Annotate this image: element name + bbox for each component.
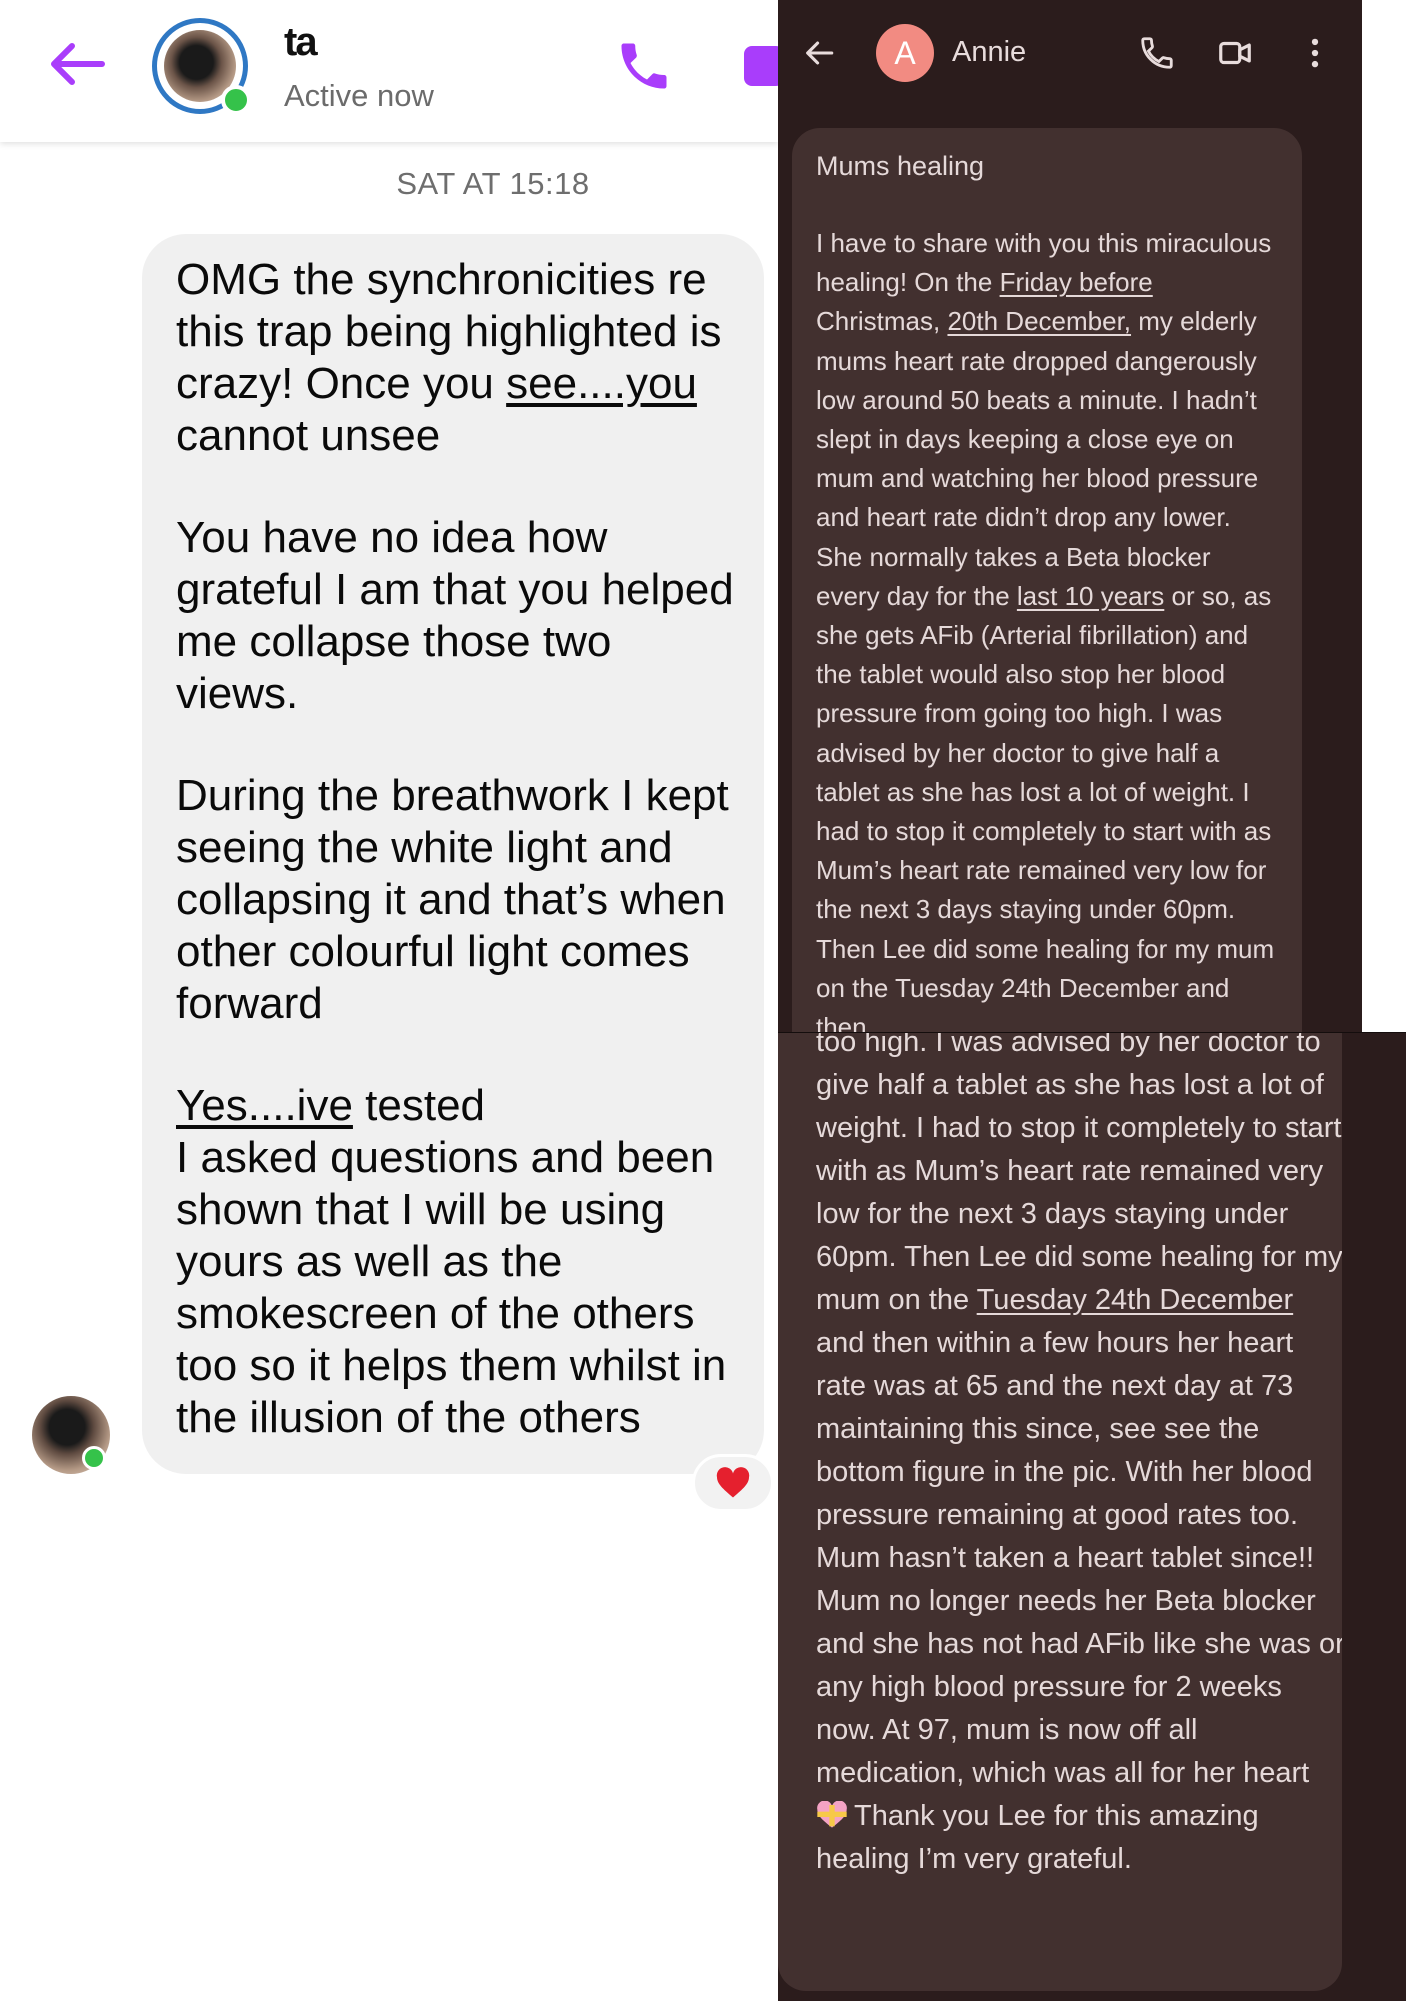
message-paragraph: During the breathwork I kept seeing the … <box>176 771 729 1028</box>
message-paragraph: You have no idea how grateful I am that … <box>176 513 734 718</box>
more-options-icon[interactable] <box>1296 34 1334 72</box>
chat-header: ta Active now <box>0 0 778 142</box>
contact-avatar[interactable]: A <box>876 24 934 82</box>
underlined-text: see....you <box>506 359 697 408</box>
heart-icon <box>716 1467 750 1498</box>
messenger-screenshot: ta Active now SAT AT 15:18 OMG the synch… <box>0 0 778 2000</box>
message-title: Mums healing <box>816 151 985 181</box>
contact-name[interactable]: Annie <box>952 36 1026 69</box>
contact-avatar[interactable] <box>152 18 251 115</box>
online-status-dot <box>221 85 251 115</box>
received-message-bubble[interactable]: Mums healing I have to share with you th… <box>792 128 1302 1032</box>
active-status: Active now <box>284 78 434 113</box>
message-body: I have to share with you this miraculous… <box>816 228 1275 1032</box>
received-message-bubble[interactable]: OMG the synchronicities re this trap bei… <box>142 234 764 1474</box>
video-camera-icon[interactable] <box>1216 34 1254 72</box>
sms-screenshot-top: A Annie Mums healing I have to share wit… <box>778 0 1362 1032</box>
message-timestamp: SAT AT 15:18 <box>396 166 590 201</box>
message-paragraph: Yes....ive tested I asked questions and … <box>176 1081 727 1442</box>
sms-header: A Annie <box>778 0 1362 104</box>
phone-icon[interactable] <box>1138 34 1176 72</box>
message-body: too high. I was advised by her doctor to… <box>816 1033 1342 1875</box>
message-bubble-continued[interactable]: too high. I was advised by her doctor to… <box>778 1033 1342 1991</box>
sms-screenshot-bottom: too high. I was advised by her doctor to… <box>778 1032 1406 2001</box>
heart-with-ribbon-icon <box>817 1801 847 1828</box>
back-arrow-icon[interactable] <box>44 40 108 88</box>
heart-reaction[interactable] <box>692 1454 774 1512</box>
phone-call-icon[interactable] <box>614 36 674 96</box>
underlined-text: Yes....ive <box>176 1081 353 1130</box>
contact-name[interactable]: ta <box>284 20 318 65</box>
online-status-dot <box>82 1446 106 1470</box>
back-arrow-icon[interactable] <box>802 36 836 70</box>
sender-avatar[interactable] <box>32 1396 110 1474</box>
message-paragraph: OMG the synchronicities re this trap bei… <box>176 255 722 460</box>
video-call-icon[interactable] <box>744 46 778 86</box>
closing-text: Thank you Lee for this amazing healing I… <box>816 1800 1259 1875</box>
